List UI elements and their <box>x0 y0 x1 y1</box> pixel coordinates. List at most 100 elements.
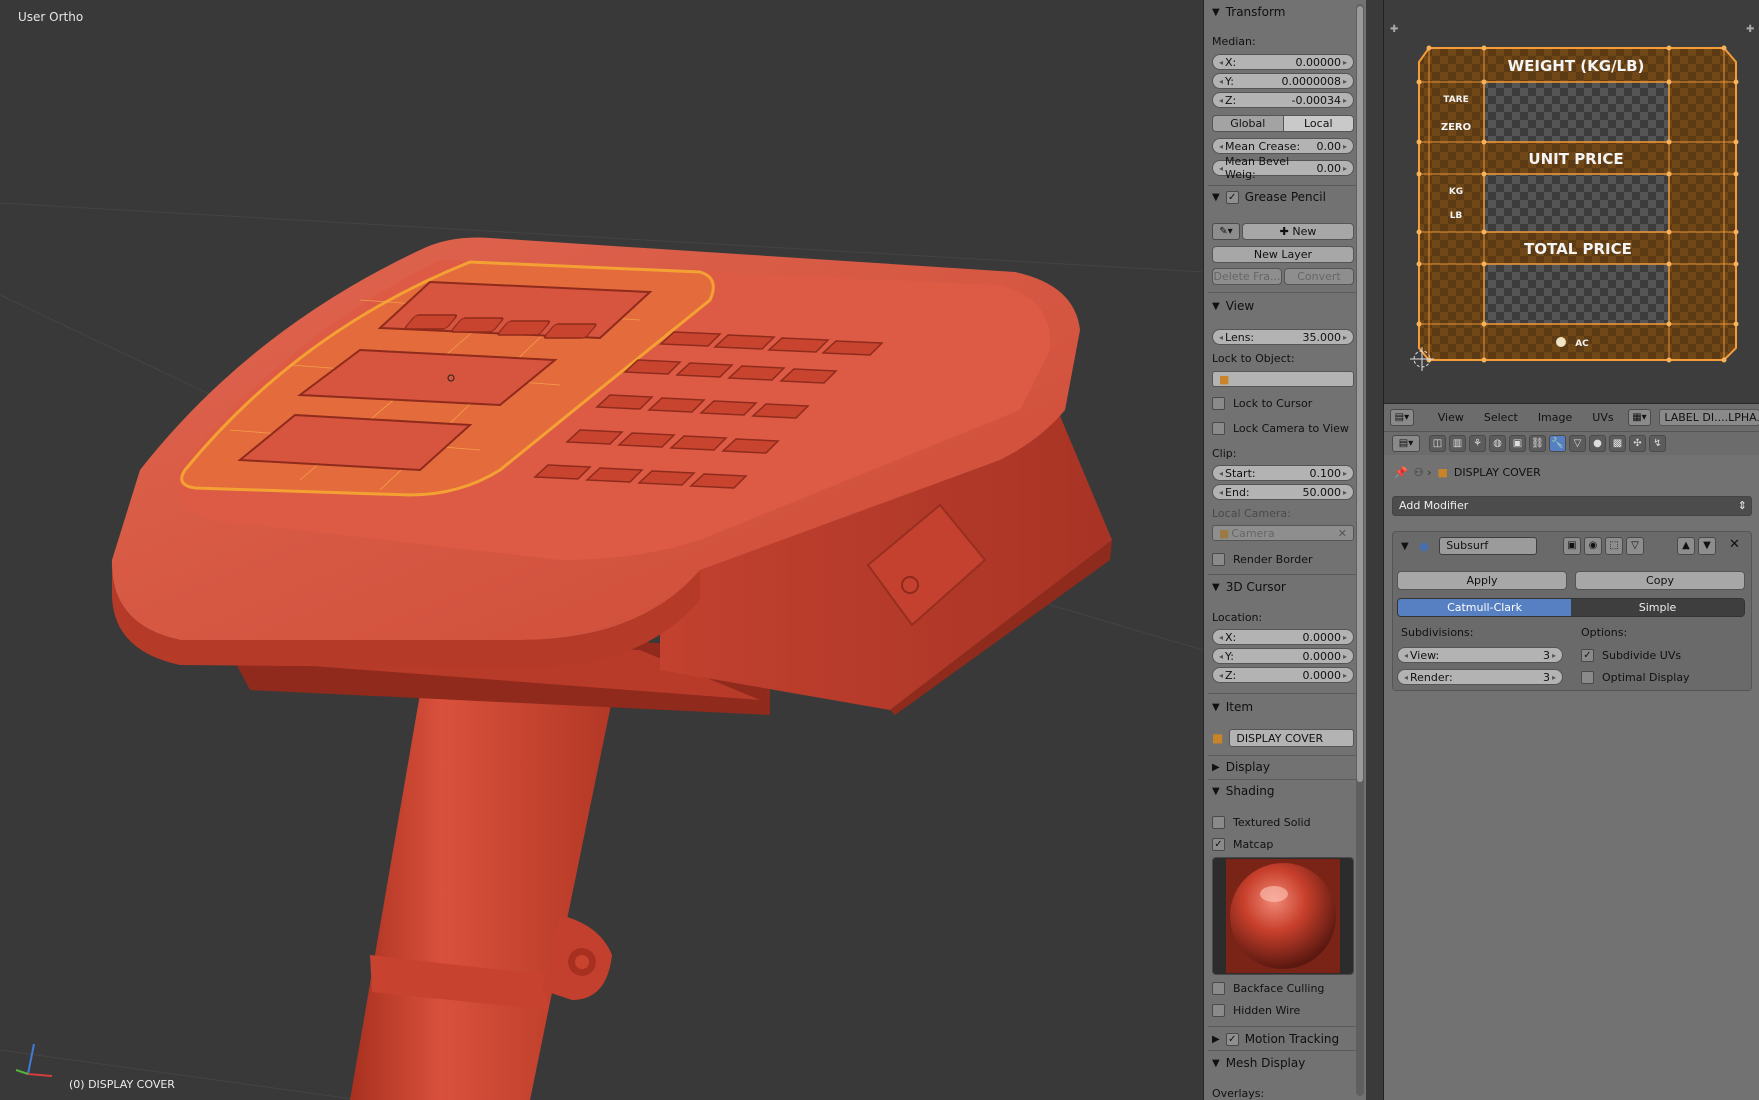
remove-modifier-icon[interactable]: ✕ <box>1729 537 1740 552</box>
matcap-row[interactable]: ✓ Matcap <box>1212 835 1354 853</box>
properties-header[interactable]: ▤▾ ◫ ▥ ⚘ ◍ ▣ ⛓ 🔧 ▽ ● ▩ ✣ ↯ <box>1384 431 1759 455</box>
lock-object-field[interactable]: ■ <box>1212 371 1354 387</box>
increment-arrow-icon[interactable]: ▸ <box>1343 633 1347 642</box>
uv-menu-select[interactable]: Select <box>1484 411 1518 424</box>
lock-camera-to-view-row[interactable]: Lock Camera to View <box>1212 419 1354 437</box>
image-browse-icon[interactable]: ▦▾ <box>1627 409 1652 426</box>
material-tab-icon[interactable]: ● <box>1589 435 1606 452</box>
world-tab-icon[interactable]: ◍ <box>1489 435 1506 452</box>
texture-tab-icon[interactable]: ▩ <box>1609 435 1626 452</box>
viewport-visibility-icon[interactable]: ◉ <box>1584 537 1602 555</box>
lens-field[interactable]: ◂ Lens: 35.000 ▸ <box>1212 329 1354 345</box>
uv-image-editor[interactable]: WEIGHT (KG/LB) TARE ZERO UNIT PRICE KG L… <box>1384 0 1759 403</box>
cursor-x-field[interactable]: ◂ X: 0.0000 ▸ <box>1212 629 1354 645</box>
matcap-preview[interactable] <box>1212 857 1354 975</box>
clip-end-field[interactable]: ◂ End: 50.000 ▸ <box>1212 484 1354 500</box>
mean-bevel-weight-field[interactable]: ◂ Mean Bevel Weig: 0.00 ▸ <box>1212 155 1354 181</box>
modifiers-tab-icon[interactable]: 🔧 <box>1549 435 1566 452</box>
view-subdivisions-field[interactable]: ◂ View: 3 ▸ <box>1397 647 1563 663</box>
median-x-field[interactable]: ◂ X: 0.00000 ▸ <box>1212 54 1354 70</box>
optimal-display-row[interactable]: Optimal Display <box>1581 668 1690 686</box>
object-tab-icon[interactable]: ▣ <box>1509 435 1526 452</box>
increment-arrow-icon[interactable]: ▸ <box>1343 58 1347 67</box>
lock-camera-checkbox[interactable] <box>1212 421 1225 435</box>
physics-tab-icon[interactable]: ↯ <box>1649 435 1666 452</box>
subdivision-type-toggle[interactable]: Catmull-Clark Simple <box>1397 598 1745 617</box>
subdivide-uvs-row[interactable]: ✓ Subdivide UVs <box>1581 646 1681 664</box>
mean-crease-field[interactable]: ◂ Mean Crease: 0.00 ▸ <box>1212 138 1354 154</box>
editor-type-icon[interactable]: ▤▾ <box>1390 409 1414 426</box>
edit-mode-icon[interactable]: ⬚ <box>1605 537 1623 555</box>
matcap-checkbox[interactable]: ✓ <box>1212 837 1225 851</box>
data-tab-icon[interactable]: ▽ <box>1569 435 1586 452</box>
display-section-header[interactable]: ▶ Display <box>1212 757 1354 777</box>
properties-shelf[interactable]: ▼ Transform Median: ◂ X: 0.00000 ▸ ◂ Y: 0.000… <box>1203 0 1366 1100</box>
item-section-header[interactable]: ▼ Item <box>1212 697 1354 717</box>
shading-section-header[interactable]: ▼ Shading <box>1212 781 1354 801</box>
clear-x-icon[interactable]: ✕ <box>1338 527 1347 540</box>
properties-editor-type-icon[interactable]: ▤▾ <box>1392 435 1420 452</box>
textured-solid-checkbox[interactable] <box>1212 815 1225 829</box>
constraints-tab-icon[interactable]: ⛓ <box>1529 435 1546 452</box>
hidden-wire-checkbox[interactable] <box>1212 1003 1225 1017</box>
uv-editor-header[interactable]: ▤▾ View Select Image UVs ▦▾ LABEL DI....… <box>1384 403 1759 431</box>
mesh-display-section-header[interactable]: ▼ Mesh Display <box>1212 1053 1354 1073</box>
cursor-y-field[interactable]: ◂ Y: 0.0000 ▸ <box>1212 648 1354 664</box>
render-tab-icon[interactable]: ◫ <box>1429 435 1446 452</box>
uv-menu-uvs[interactable]: UVs <box>1592 411 1613 424</box>
right-editor-column[interactable]: WEIGHT (KG/LB) TARE ZERO UNIT PRICE KG L… <box>1383 0 1759 1100</box>
3d-viewport[interactable]: User Ortho (0) DISPLAY COVER <box>0 0 1203 1100</box>
cursor-z-field[interactable]: ◂ Z: 0.0000 ▸ <box>1212 667 1354 683</box>
motion-tracking-section-header[interactable]: ▶ ✓ Motion Tracking <box>1212 1029 1354 1049</box>
global-button[interactable]: Global <box>1213 116 1283 131</box>
simple-button[interactable]: Simple <box>1571 599 1744 616</box>
move-down-icon[interactable]: ▼ <box>1698 537 1716 555</box>
clip-start-field[interactable]: ◂ Start: 0.100 ▸ <box>1212 465 1354 481</box>
convert-button[interactable]: Convert <box>1284 268 1354 285</box>
catmull-clark-button[interactable]: Catmull-Clark <box>1398 599 1571 616</box>
object-name-field[interactable]: DISPLAY COVER <box>1229 729 1354 747</box>
grease-pencil-checkbox[interactable]: ✓ <box>1225 190 1239 204</box>
transform-section-header[interactable]: ▼ Transform <box>1212 2 1354 22</box>
render-toggle-icon[interactable]: ▣ <box>1563 537 1581 555</box>
motion-tracking-checkbox[interactable]: ✓ <box>1225 1032 1239 1046</box>
increment-arrow-icon[interactable]: ▸ <box>1552 673 1556 682</box>
uv-menu-image[interactable]: Image <box>1538 411 1572 424</box>
copy-button[interactable]: Copy <box>1575 571 1745 590</box>
local-button[interactable]: Local <box>1282 116 1353 131</box>
textured-solid-row[interactable]: Textured Solid <box>1212 813 1354 831</box>
increment-arrow-icon[interactable]: ▸ <box>1343 652 1347 661</box>
cage-icon[interactable]: ▽ <box>1626 537 1644 555</box>
uv-menu-view[interactable]: View <box>1438 411 1464 424</box>
modifier-name-field[interactable]: Subsurf <box>1439 537 1538 555</box>
apply-button[interactable]: Apply <box>1397 571 1567 590</box>
optimal-display-checkbox[interactable] <box>1581 670 1594 684</box>
increment-arrow-icon[interactable]: ▸ <box>1552 651 1556 660</box>
shelf-scroll-thumb[interactable] <box>1357 6 1363 782</box>
collapse-triangle-icon[interactable]: ▼ <box>1401 541 1409 552</box>
viewport-scene[interactable] <box>0 0 1203 1100</box>
grease-pencil-section-header[interactable]: ▼ ✓ Grease Pencil <box>1212 187 1354 207</box>
pencil-datablock-icon[interactable]: ✎▾ <box>1212 223 1240 240</box>
subsurf-modifier-box[interactable]: ▼ ◉ Subsurf ▣ ◉ ⬚ ▽ ▲ ▼ ✕ Apply Copy Cat… <box>1392 531 1752 691</box>
increment-arrow-icon[interactable]: ▸ <box>1343 77 1347 86</box>
modifier-properties[interactable]: 📌 ⚇ › ■ DISPLAY COVER Add Modifier ⇕ ▼ ◉… <box>1384 455 1759 1100</box>
local-camera-field[interactable]: ■ Camera ✕ <box>1212 525 1354 541</box>
subdivide-uvs-checkbox[interactable]: ✓ <box>1581 648 1594 662</box>
increment-arrow-icon[interactable]: ▸ <box>1343 164 1347 173</box>
render-subdivisions-field[interactable]: ◂ Render: 3 ▸ <box>1397 669 1563 685</box>
particles-tab-icon[interactable]: ✣ <box>1629 435 1646 452</box>
median-z-field[interactable]: ◂ Z: -0.00034 ▸ <box>1212 92 1354 108</box>
new-layer-button[interactable]: New Layer <box>1212 246 1354 263</box>
uv-canvas[interactable]: WEIGHT (KG/LB) TARE ZERO UNIT PRICE KG L… <box>1384 0 1759 403</box>
render-border-checkbox[interactable] <box>1212 552 1225 566</box>
increment-arrow-icon[interactable]: ▸ <box>1343 671 1347 680</box>
increment-arrow-icon[interactable]: ▸ <box>1343 469 1347 478</box>
grease-pencil-new-button[interactable]: ✚ New <box>1242 223 1354 240</box>
image-name-field[interactable]: LABEL DI....LPHA.png <box>1659 409 1759 426</box>
increment-arrow-icon[interactable]: ▸ <box>1343 142 1347 151</box>
backface-culling-checkbox[interactable] <box>1212 981 1225 995</box>
render-layers-tab-icon[interactable]: ▥ <box>1449 435 1466 452</box>
add-modifier-dropdown[interactable]: Add Modifier ⇕ <box>1392 496 1752 516</box>
increment-arrow-icon[interactable]: ▸ <box>1343 488 1347 497</box>
